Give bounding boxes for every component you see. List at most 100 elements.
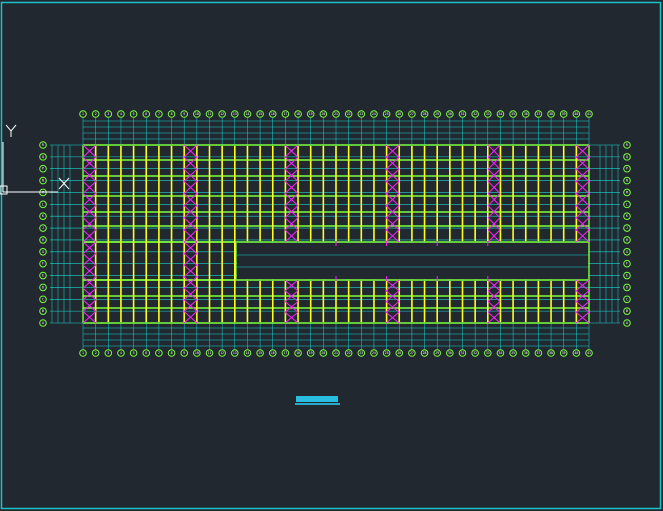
column-axis-label: 19 xyxy=(309,112,313,116)
column-axis-label: 26 xyxy=(397,351,401,355)
column-axis-label: 25 xyxy=(385,351,389,355)
column-axis-label: 7 xyxy=(158,112,160,116)
axis-bubbles: 1122334455667788991010111112121313141415… xyxy=(39,110,631,357)
column-axis-label: 36 xyxy=(524,112,528,116)
corridor-void xyxy=(237,243,588,279)
column-axis-label: 25 xyxy=(385,112,389,116)
row-axis-label: A xyxy=(626,321,628,325)
column-axis-label: 33 xyxy=(486,351,490,355)
row-axis-label: N xyxy=(42,179,44,183)
column-axis-label: 37 xyxy=(536,112,540,116)
column-axis-label: 1 xyxy=(82,351,84,355)
column-axis-label: 17 xyxy=(283,112,287,116)
column-axis-label: 21 xyxy=(334,351,338,355)
column-axis-label: 1 xyxy=(82,112,84,116)
axis-grid-lines xyxy=(50,118,620,349)
row-axis-label: B xyxy=(42,309,44,313)
column-axis-label: 31 xyxy=(461,351,465,355)
ucs-y-label: Y xyxy=(11,123,12,125)
column-axis-label: 14 xyxy=(246,351,250,355)
drawing-title xyxy=(295,396,340,405)
column-axis-label: 15 xyxy=(258,351,262,355)
column-axis-label: 15 xyxy=(258,112,262,116)
cad-viewport[interactable]: 1 1 2 2 3 3 4 4 5 5 6 6 7 7 8 8 9 9 10 10 11 11 12 12 13 13 14 14 15… xyxy=(0,0,663,511)
row-axis-label: C xyxy=(42,297,44,301)
column-axis-label: 34 xyxy=(499,351,503,355)
column-axis-label: 32 xyxy=(473,351,477,355)
column-axis-label: 31 xyxy=(461,112,465,116)
column-axis-label: 16 xyxy=(271,112,275,116)
column-axis-label: 29 xyxy=(435,112,439,116)
column-axis-label: 23 xyxy=(359,351,363,355)
column-axis-label: 22 xyxy=(347,112,351,116)
column-axis-label: 29 xyxy=(435,351,439,355)
column-axis-label: 19 xyxy=(309,351,313,355)
row-axis-label: N xyxy=(626,179,628,183)
column-axis-label: 18 xyxy=(296,112,300,116)
column-axis-label: 5 xyxy=(133,351,135,355)
column-axis-label: 3 xyxy=(107,351,109,355)
column-axis-label: 4 xyxy=(120,112,122,116)
column-axis-label: 11 xyxy=(208,112,212,116)
column-axis-label: 12 xyxy=(220,112,224,116)
column-axis-label: 30 xyxy=(448,351,452,355)
column-axis-label: 13 xyxy=(233,351,237,355)
column-axis-label: 24 xyxy=(372,351,376,355)
ucs-icon[interactable]: Y X xyxy=(0,123,70,195)
row-axis-label: R xyxy=(626,143,628,147)
column-axis-label: 2 xyxy=(95,112,97,116)
column-axis-label: 33 xyxy=(486,112,490,116)
column-axis-label: 34 xyxy=(499,112,503,116)
row-axis-label: D xyxy=(626,285,628,289)
column-axis-label: 11 xyxy=(208,351,212,355)
column-axis-label: 39 xyxy=(562,351,566,355)
row-axis-label: D xyxy=(42,285,44,289)
column-axis-label: 27 xyxy=(410,112,414,116)
column-axis-label: 21 xyxy=(334,112,338,116)
row-axis-label: G xyxy=(626,250,628,254)
column-axis-label: 28 xyxy=(423,351,427,355)
row-axis-label: G xyxy=(42,250,44,254)
row-axis-label: J xyxy=(42,226,44,230)
column-axis-label: 2 xyxy=(95,351,97,355)
column-axis-label: 35 xyxy=(511,351,515,355)
row-axis-label: F xyxy=(42,262,44,266)
row-axis-label: H xyxy=(626,238,628,242)
column-axis-label: 10 xyxy=(195,351,199,355)
column-axis-label: 26 xyxy=(397,112,401,116)
column-axis-label: 32 xyxy=(473,112,477,116)
column-axis-label: 9 xyxy=(183,351,185,355)
column-axis-label: 13 xyxy=(233,112,237,116)
column-axis-label: 41 xyxy=(587,112,591,116)
drawing-title-block xyxy=(296,396,338,402)
row-axis-label: Q xyxy=(626,155,628,159)
row-axis-label: P xyxy=(42,167,44,171)
structural-plan-drawing: 1122334455667788991010111112121313141415… xyxy=(0,1,662,510)
column-axis-label: 24 xyxy=(372,112,376,116)
column-axis-label: 23 xyxy=(359,112,363,116)
row-axis-label: K xyxy=(626,214,628,218)
column-axis-label: 4 xyxy=(120,351,122,355)
column-axis-label: 7 xyxy=(158,351,160,355)
column-axis-label: 41 xyxy=(587,351,591,355)
column-axis-label: 36 xyxy=(524,351,528,355)
column-axis-label: 20 xyxy=(321,112,325,116)
column-axis-label: 3 xyxy=(107,112,109,116)
column-axis-label: 9 xyxy=(183,112,185,116)
row-axis-label: M xyxy=(626,190,628,194)
column-axis-label: 17 xyxy=(283,351,287,355)
row-axis-label: J xyxy=(626,226,628,230)
column-axis-label: 18 xyxy=(296,351,300,355)
column-axis-label: 12 xyxy=(220,351,224,355)
column-axis-label: 28 xyxy=(423,112,427,116)
column-axis-label: 20 xyxy=(321,351,325,355)
column-axis-label: 16 xyxy=(271,351,275,355)
column-axis-label: 10 xyxy=(195,112,199,116)
column-axis-label: 38 xyxy=(549,112,553,116)
column-axis-label: 27 xyxy=(410,351,414,355)
column-axis-label: 40 xyxy=(574,112,578,116)
column-axis-label: 5 xyxy=(133,112,135,116)
column-axis-label: 6 xyxy=(145,112,147,116)
column-axis-label: 22 xyxy=(347,351,351,355)
row-axis-label: Q xyxy=(42,155,44,159)
